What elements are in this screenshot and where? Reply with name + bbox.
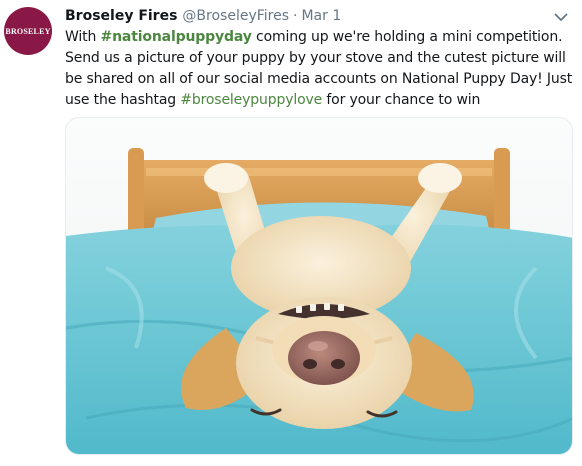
tweet-date[interactable]: Mar 1	[301, 8, 341, 24]
chevron-down-icon[interactable]	[554, 12, 568, 22]
avatar-logo-text: BROSELEY	[5, 26, 51, 36]
tweet-text-segment: With	[65, 29, 101, 45]
user-handle[interactable]: @BroseleyFires	[182, 8, 289, 24]
separator-dot: ·	[293, 8, 298, 24]
avatar[interactable]: BROSELEY	[4, 7, 52, 55]
tweet-photo[interactable]	[65, 117, 573, 455]
tweet-header: Broseley Fires @BroseleyFires · Mar 1	[65, 8, 341, 28]
display-name[interactable]: Broseley Fires	[65, 8, 177, 24]
dog-on-bed-photo	[66, 118, 572, 454]
hashtag-link[interactable]: #nationalpuppyday	[101, 29, 252, 45]
tweet: BROSELEY Broseley Fires @BroseleyFires ·…	[0, 0, 582, 466]
hashtag-link[interactable]: #broseleypuppylove	[180, 92, 322, 108]
tweet-text: With #nationalpuppyday coming up we're h…	[65, 27, 575, 111]
tweet-text-segment: for your chance to win	[322, 92, 481, 108]
